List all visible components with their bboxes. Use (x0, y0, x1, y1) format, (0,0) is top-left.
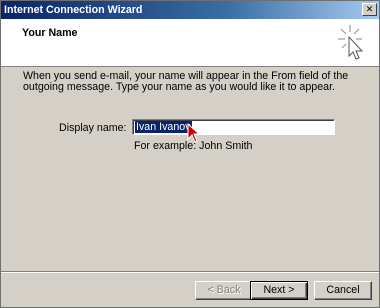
display-name-label: Display name: (59, 122, 127, 134)
mouse-cursor-icon (187, 123, 201, 143)
wizard-header: Your Name (1, 19, 379, 67)
cancel-button[interactable]: Cancel (314, 281, 372, 300)
display-name-value: Ivan Ivanov (135, 121, 192, 133)
page-title: Your Name (22, 27, 78, 39)
next-button[interactable]: Next > (250, 281, 308, 300)
back-button[interactable]: < Back (195, 281, 253, 300)
footer-separator (1, 271, 379, 273)
wizard-window: Internet Connection Wizard ✕ Your Name W… (0, 0, 380, 308)
close-button[interactable]: ✕ (362, 3, 377, 16)
intro-text: When you send e-mail, your name will app… (23, 70, 349, 93)
window-title: Internet Connection Wizard (4, 4, 143, 16)
display-name-input[interactable]: Ivan Ivanov (132, 119, 335, 135)
wizard-sparkle-icon (338, 25, 364, 60)
title-bar[interactable]: Internet Connection Wizard ✕ (1, 1, 379, 19)
close-icon: ✕ (365, 4, 374, 14)
